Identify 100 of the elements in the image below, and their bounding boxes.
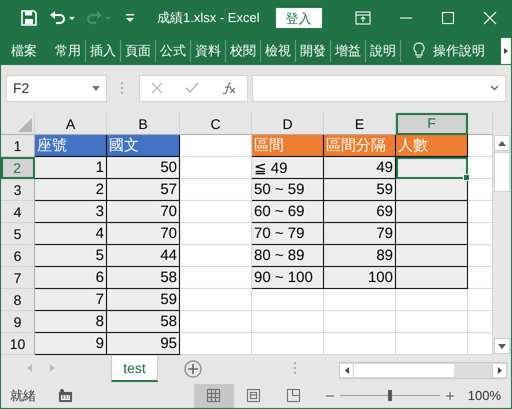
ribbon-tab[interactable]: 常用 [51,40,85,62]
sheet-tab[interactable]: test [111,356,158,382]
ribbon-tab[interactable]: 檢視 [261,40,295,62]
insert-function-icon[interactable] [222,82,236,94]
row-header[interactable]: 1 [1,135,35,158]
scroll-down-icon[interactable] [498,344,506,349]
row-header[interactable]: 7 [1,267,35,290]
save-icon[interactable] [21,10,37,26]
table-cell[interactable]: 69 [324,201,396,224]
select-all-icon[interactable] [18,118,32,132]
table-cell[interactable]: 59 [324,179,396,202]
ribbon-tab[interactable]: 頁面 [121,40,155,62]
normal-view-button[interactable] [194,384,234,408]
enter-icon[interactable] [185,82,200,94]
table-cell[interactable]: 44 [107,245,180,268]
column-header[interactable]: E [324,113,396,136]
table-cell[interactable]: 57 [107,179,180,202]
table-cell[interactable] [396,267,468,290]
row-header[interactable]: 5 [1,223,35,246]
row-header[interactable]: 4 [1,201,35,224]
table-cell[interactable]: 1 [35,157,107,180]
table-cell[interactable]: 座號 [35,135,107,158]
sign-in-button[interactable]: 登入 [276,8,322,28]
table-cell[interactable] [396,223,468,246]
table-cell[interactable]: 59 [107,289,180,312]
undo-icon[interactable] [49,10,75,26]
row-header[interactable]: 9 [1,311,35,334]
scroll-right-icon[interactable] [498,367,502,374]
table-cell[interactable]: 60 ~ 69 [252,201,324,224]
ribbon-display-icon[interactable] [355,11,371,26]
table-cell[interactable]: 80 ~ 89 [252,245,324,268]
table-cell[interactable]: 58 [107,311,180,334]
ribbon-tab[interactable]: 插入 [86,40,120,62]
ribbon-tab[interactable]: 說明 [366,40,400,62]
table-cell[interactable]: 70 ~ 79 [252,223,324,246]
row-header[interactable]: 10 [1,333,35,356]
zoom-thumb[interactable] [388,390,392,402]
tell-me-field[interactable]: 操作說明 [433,42,485,60]
fill-handle[interactable] [463,174,470,182]
table-cell[interactable]: 6 [35,267,107,290]
scroll-up-icon[interactable] [498,140,506,146]
table-cell[interactable]: 9 [35,333,107,356]
table-cell[interactable]: 100 [324,267,396,290]
cancel-icon[interactable] [151,82,164,94]
table-cell[interactable]: 50 [107,157,180,180]
scroll-right-button[interactable] [501,38,511,64]
table-cell[interactable]: 2 [35,179,107,202]
column-header[interactable]: F [396,113,468,136]
table-cell[interactable]: 90 ~ 100 [252,267,324,290]
dropdown-icon[interactable] [92,86,100,91]
expand-icon[interactable] [490,85,499,92]
table-cell[interactable]: 4 [35,223,107,246]
zoom-level[interactable]: 100% [468,388,501,404]
vertical-scrollbar[interactable] [493,113,511,356]
ribbon-tab[interactable]: 檔案 [7,40,41,62]
table-cell[interactable]: ≦ 49 [252,157,324,180]
table-cell[interactable]: 5 [35,245,107,268]
column-header[interactable]: C [180,113,252,136]
scroll-thumb[interactable] [354,364,454,378]
maximize-icon[interactable] [441,11,455,26]
table-cell[interactable]: 7 [35,289,107,312]
add-sheet-icon[interactable] [184,360,202,378]
table-cell[interactable] [396,157,468,180]
name-box[interactable]: F2 [6,74,107,102]
table-cell[interactable]: 50 ~ 59 [252,179,324,202]
row-header[interactable]: 6 [1,245,35,268]
column-header[interactable] [468,113,493,136]
table-cell[interactable] [396,179,468,202]
row-header[interactable]: 8 [1,289,35,312]
column-header[interactable]: B [107,113,180,136]
table-cell[interactable] [396,245,468,268]
table-cell[interactable]: 70 [107,201,180,224]
table-cell[interactable]: 89 [324,245,396,268]
table-cell[interactable]: 79 [324,223,396,246]
ribbon-tab[interactable]: 公式 [156,40,190,62]
table-cell[interactable]: 3 [35,201,107,224]
macro-recording-icon[interactable] [59,389,72,402]
table-cell[interactable]: 70 [107,223,180,246]
zoom-in-icon[interactable] [446,392,454,400]
ribbon-tab[interactable]: 校閱 [226,40,260,62]
row-header[interactable]: 2 [1,157,35,180]
formula-input[interactable] [252,74,506,102]
ribbon-tab[interactable]: 增益 [331,40,365,62]
ribbon-tab[interactable]: 資料 [191,40,225,62]
table-cell[interactable]: 8 [35,311,107,334]
ribbon-tab[interactable]: 開發 [296,40,330,62]
scroll-left-icon[interactable] [344,367,348,374]
lightbulb-icon[interactable] [413,42,425,60]
table-cell[interactable]: 58 [107,267,180,290]
customize-icon[interactable] [125,13,135,24]
horizontal-scrollbar[interactable] [339,362,507,380]
scroll-thumb[interactable] [494,152,510,192]
column-header[interactable]: D [252,113,324,136]
table-cell[interactable]: 國文 [107,135,180,158]
table-cell[interactable]: 49 [324,157,396,180]
column-header[interactable]: A [35,113,107,136]
table-cell[interactable]: 95 [107,333,180,356]
table-cell[interactable] [396,201,468,224]
row-header[interactable]: 3 [1,179,35,202]
close-icon[interactable] [483,11,497,26]
